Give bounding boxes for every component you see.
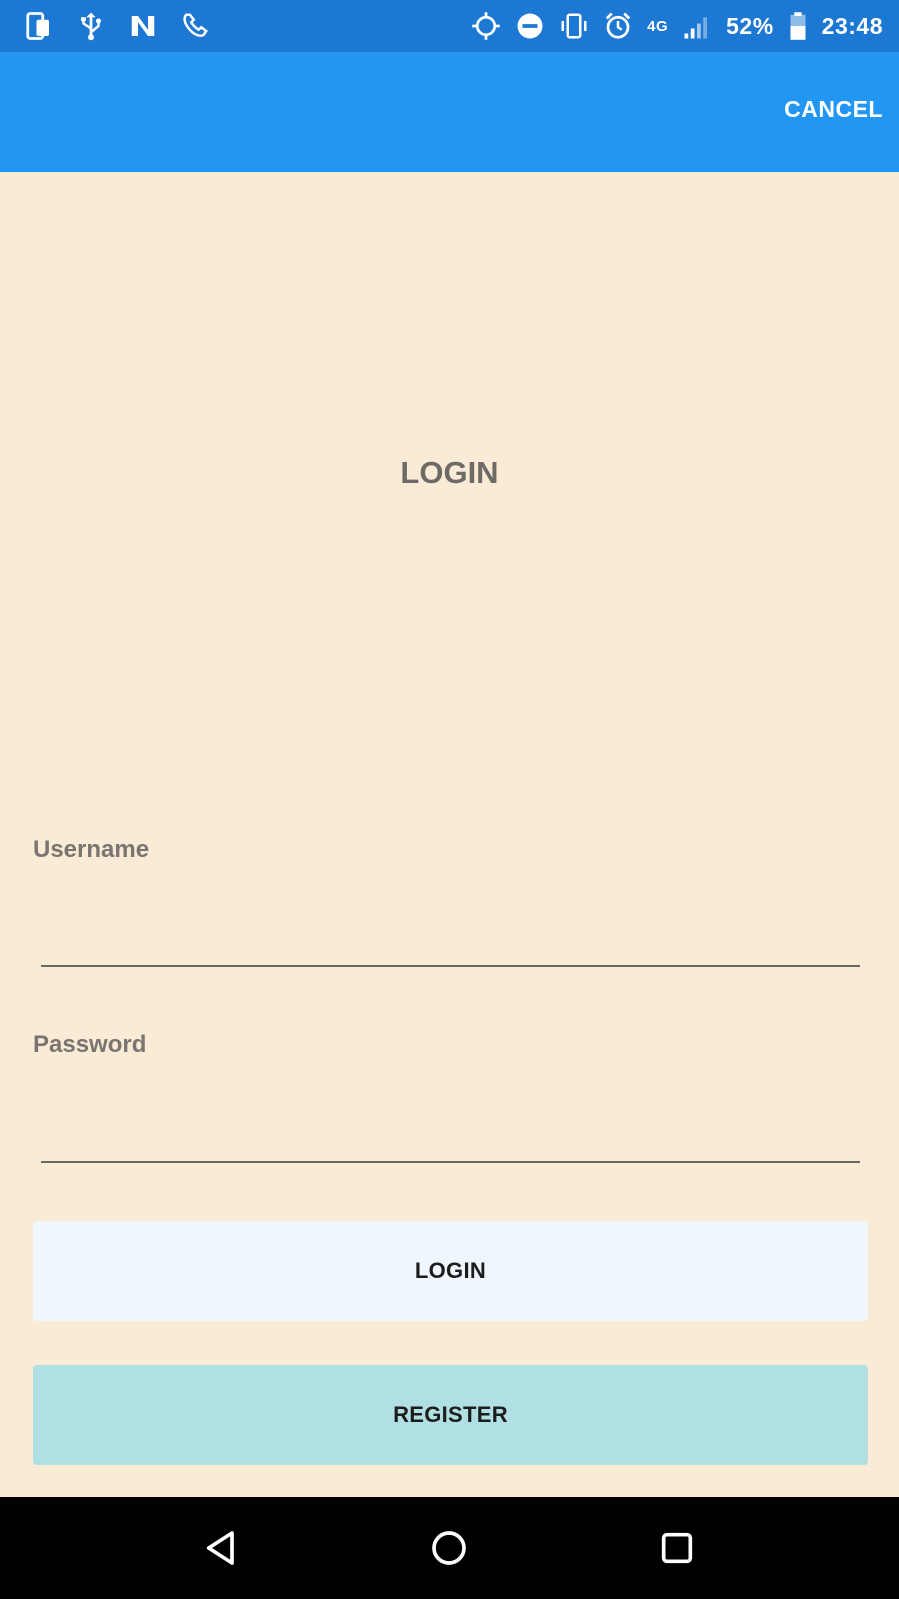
usb-icon (76, 11, 106, 41)
page-title: LOGIN (400, 455, 499, 490)
recents-icon[interactable] (657, 1528, 697, 1568)
phone-icon (24, 11, 54, 41)
vibrate-icon (559, 11, 589, 41)
cancel-button[interactable]: CANCEL (784, 96, 883, 123)
status-icons-left (24, 8, 210, 44)
alarm-icon (603, 11, 633, 41)
do-not-disturb-icon (515, 11, 545, 41)
battery-percent: 52% (726, 12, 774, 39)
signal-icon (682, 11, 712, 41)
status-icons-right: 4G 52% 23:48 (471, 8, 883, 44)
phone-call-icon (180, 11, 210, 41)
battery-icon (788, 11, 808, 41)
back-icon[interactable] (202, 1528, 242, 1568)
password-label: Password (33, 1031, 147, 1058)
network-type: 4G (647, 17, 669, 35)
n-app-icon (128, 11, 158, 41)
status-bar: 4G 52% 23:48 (0, 0, 899, 52)
register-button[interactable]: REGISTER (33, 1365, 868, 1465)
navigation-bar (0, 1497, 899, 1599)
username-label: Username (33, 836, 150, 863)
home-icon[interactable] (429, 1528, 469, 1568)
location-icon (471, 11, 501, 41)
app-bar: CANCEL (0, 52, 899, 172)
clock: 23:48 (821, 12, 883, 39)
login-button[interactable]: LOGIN (33, 1221, 868, 1321)
password-field[interactable] (41, 1111, 860, 1163)
username-field[interactable] (41, 915, 860, 967)
